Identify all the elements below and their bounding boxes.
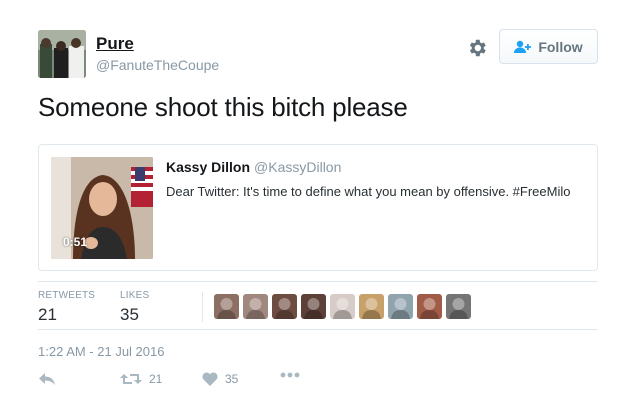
liker-avatars (214, 294, 471, 319)
retweets-count: 21 (38, 305, 57, 324)
liker-avatar[interactable] (243, 294, 268, 319)
liker-avatar[interactable] (301, 294, 326, 319)
follow-user-icon (514, 40, 532, 54)
liker-avatar[interactable] (446, 294, 471, 319)
tweet-actions: 21 35 (38, 372, 338, 396)
heart-icon (202, 372, 218, 386)
gear-icon[interactable] (466, 37, 488, 59)
more-icon (280, 372, 300, 378)
retweet-button[interactable]: 21 (120, 372, 162, 386)
more-button[interactable] (280, 372, 300, 378)
tweet-header: Pure @FanuteTheCoupe Follow (38, 28, 598, 78)
liker-avatar[interactable] (417, 294, 442, 319)
liker-avatar[interactable] (359, 294, 384, 319)
retweet-count: 21 (149, 372, 163, 386)
likes-stat[interactable]: LIKES 35 (120, 290, 149, 325)
retweets-stat[interactable]: RETWEETS 21 (38, 290, 95, 325)
liker-avatar[interactable] (214, 294, 239, 319)
quoted-tweet[interactable]: 0:51 Kassy Dillon @KassyDillon Dear Twitt… (38, 144, 598, 271)
author-name[interactable]: Pure (96, 34, 134, 54)
tweet-timestamp[interactable]: 1:22 AM - 21 Jul 2016 (38, 344, 164, 359)
like-count: 35 (225, 372, 239, 386)
reply-icon (38, 372, 56, 386)
author-handle[interactable]: @FanuteTheCoupe (96, 57, 219, 73)
retweets-label: RETWEETS (38, 290, 96, 301)
quoted-author-name: Kassy Dillon (166, 159, 251, 175)
quoted-author-handle: @KassyDillon (254, 159, 342, 175)
likes-count: 35 (120, 305, 139, 324)
follow-button[interactable]: Follow (499, 29, 598, 64)
stats-divider (202, 292, 203, 322)
author-avatar[interactable] (38, 30, 86, 78)
likes-label: LIKES (120, 290, 150, 301)
video-duration: 0:51 (63, 235, 88, 249)
follow-label: Follow (538, 38, 583, 55)
liker-avatar[interactable] (330, 294, 355, 319)
tweet-stats: RETWEETS 21 LIKES 35 (38, 281, 598, 330)
retweet-icon (120, 372, 142, 386)
tweet-text: Someone shoot this bitch please (38, 92, 408, 122)
quoted-tweet-text: Dear Twitter: It's time to define what y… (166, 184, 571, 199)
video-thumbnail[interactable]: 0:51 (51, 157, 153, 259)
liker-avatar[interactable] (272, 294, 297, 319)
like-button[interactable]: 35 (202, 372, 238, 386)
reply-button[interactable] (38, 372, 56, 386)
liker-avatar[interactable] (388, 294, 413, 319)
quoted-author[interactable]: Kassy Dillon @KassyDillon (166, 159, 341, 175)
